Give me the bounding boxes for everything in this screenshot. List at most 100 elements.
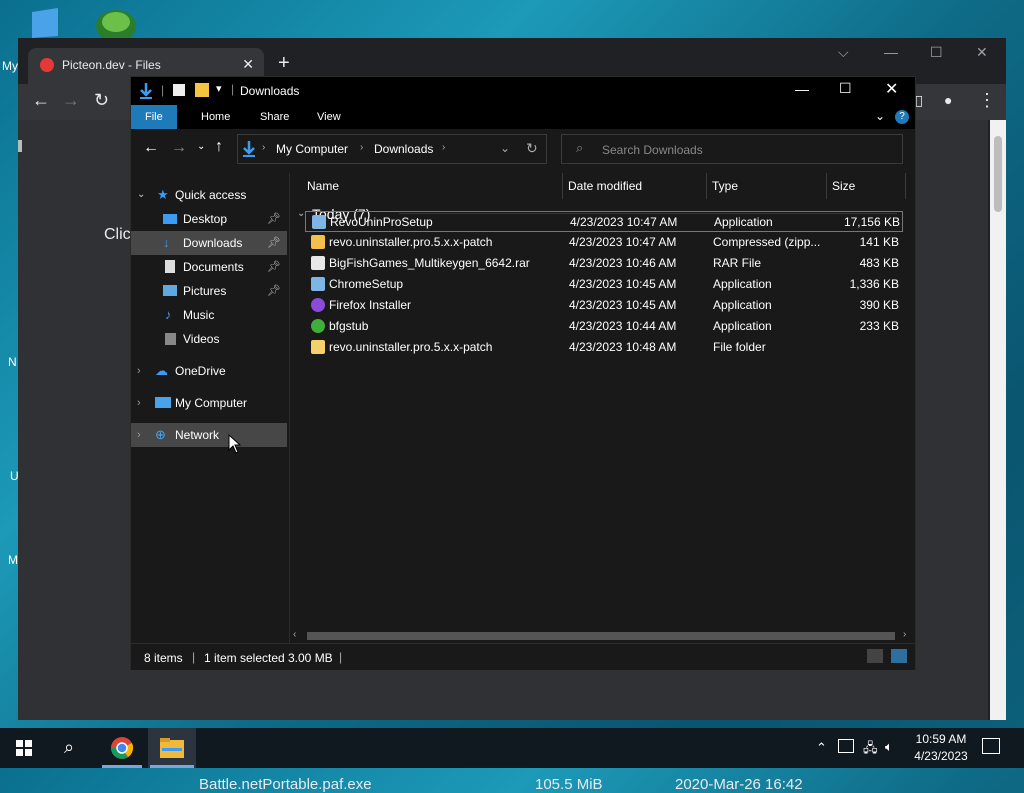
column-separator[interactable] xyxy=(826,173,827,199)
explorer-minimize-icon[interactable]: — xyxy=(795,81,809,97)
profile-icon[interactable]: ● xyxy=(944,92,952,108)
expand-chevron-icon[interactable]: ⌄ xyxy=(137,183,145,207)
explorer-maximize-icon[interactable]: ☐ xyxy=(839,80,852,97)
column-header-name[interactable]: Name xyxy=(307,179,339,193)
nav-desktop[interactable]: Desktop 📌︎ xyxy=(131,207,287,231)
cloud-icon: ☁ xyxy=(155,363,168,378)
reload-icon[interactable]: ↻ xyxy=(94,90,109,111)
nav-documents[interactable]: Documents 📌︎ xyxy=(131,255,287,279)
back-arrow-icon[interactable]: ← xyxy=(32,90,50,111)
notifications-icon[interactable] xyxy=(982,738,1000,754)
nav-onedrive[interactable]: › ☁ OneDrive xyxy=(131,359,287,383)
nav-downloads[interactable]: ↓ Downloads 📌︎ xyxy=(131,231,287,255)
site-favicon-icon xyxy=(40,58,54,72)
nav-my-computer[interactable]: › My Computer xyxy=(131,391,287,415)
file-row[interactable]: revo.uninstaller.pro.5.x.x-patch 4/23/202… xyxy=(305,337,903,358)
nav-music[interactable]: ♪ Music xyxy=(131,303,287,327)
forward-arrow-icon[interactable]: → xyxy=(62,90,80,111)
breadcrumb-my-computer[interactable]: My Computer xyxy=(276,142,348,156)
pin-icon[interactable]: 📌︎ xyxy=(267,255,281,279)
refresh-icon[interactable]: ↻ xyxy=(526,140,538,157)
nav-pictures[interactable]: Pictures 📌︎ xyxy=(131,279,287,303)
network-tray-icon[interactable]: 🖧︎ xyxy=(863,739,878,761)
file-row[interactable]: Firefox Installer 4/23/2023 10:45 AM Appli… xyxy=(305,295,903,316)
large-icons-view-icon[interactable] xyxy=(891,649,907,663)
explorer-close-icon[interactable]: ✕ xyxy=(885,79,898,99)
menu-dots-icon[interactable]: ⋮ xyxy=(978,90,996,111)
ribbon-tab-view[interactable]: View xyxy=(303,105,355,129)
file-row[interactable]: BigFishGames_Multikeygen_6642.rar 4/23/20… xyxy=(305,253,903,274)
column-header-size[interactable]: Size xyxy=(832,179,855,193)
tab-close-icon[interactable]: ✕ xyxy=(242,56,254,73)
new-tab-button[interactable]: + xyxy=(278,52,290,75)
column-header-type[interactable]: Type xyxy=(712,179,738,193)
file-row[interactable]: RevoUninProSetup 4/23/2023 10:47 AM Applic… xyxy=(305,211,903,232)
column-header-date[interactable]: Date modified xyxy=(568,179,642,193)
pin-icon[interactable]: 📌︎ xyxy=(267,207,281,231)
search-icon: ⌕ xyxy=(576,140,584,155)
nav-videos[interactable]: Videos xyxy=(131,327,287,351)
address-box[interactable]: › My Computer › Downloads › ⌄ ↻ xyxy=(237,134,547,164)
qat-separator: | xyxy=(161,83,165,97)
column-separator[interactable] xyxy=(562,173,563,199)
security-alert-icon[interactable] xyxy=(838,739,854,753)
search-input[interactable]: Search Downloads xyxy=(602,143,703,157)
expand-chevron-icon[interactable]: › xyxy=(137,423,141,447)
recent-locations-icon[interactable]: ⌄ xyxy=(197,141,205,152)
horizontal-scrollbar[interactable]: ‹ › xyxy=(291,629,915,643)
scroll-right-icon[interactable]: › xyxy=(903,629,906,640)
mouse-cursor-icon xyxy=(228,434,242,454)
ribbon-tab-share[interactable]: Share xyxy=(246,105,303,129)
breadcrumb-downloads[interactable]: Downloads xyxy=(374,142,433,156)
scrollbar-thumb[interactable] xyxy=(307,632,895,640)
expand-chevron-icon[interactable]: › xyxy=(137,391,141,415)
clock-date[interactable]: 4/23/2023 xyxy=(913,749,969,763)
scroll-left-icon[interactable]: ‹ xyxy=(293,629,296,640)
search-button[interactable]: ⌕ xyxy=(48,728,96,768)
ribbon-expand-icon[interactable]: ⌄ xyxy=(875,109,885,123)
pin-icon[interactable]: 📌︎ xyxy=(267,231,281,255)
browser-close-icon[interactable]: ✕ xyxy=(976,44,988,61)
properties-icon[interactable] xyxy=(173,84,185,96)
address-dropdown-icon[interactable]: ⌄ xyxy=(500,141,510,155)
tab-search-icon[interactable]: ⌵ xyxy=(838,44,849,61)
up-arrow-icon[interactable]: ↑ xyxy=(215,138,223,156)
file-date: 4/23/2023 10:46 AM xyxy=(569,256,677,270)
file-date: 4/23/2023 10:47 AM xyxy=(570,215,678,229)
details-view-icon[interactable] xyxy=(867,649,883,663)
clock-time[interactable]: 10:59 AM xyxy=(913,732,969,746)
explorer-window: | ▾ | Downloads — ☐ ✕ File Home Share Vi… xyxy=(130,76,916,670)
pane-splitter[interactable] xyxy=(289,173,290,643)
pin-icon[interactable]: 📌︎ xyxy=(267,279,281,303)
file-row[interactable]: revo.uninstaller.pro.5.x.x-patch 4/23/202… xyxy=(305,232,903,253)
desktop-icon-game[interactable] xyxy=(94,6,140,42)
file-row[interactable]: ChromeSetup 4/23/2023 10:45 AM Application… xyxy=(305,274,903,295)
browser-scrollbar-thumb[interactable] xyxy=(994,136,1002,212)
nav-network[interactable]: › ⊕ Network xyxy=(131,423,287,447)
tray-overflow-icon[interactable]: ⌃ xyxy=(816,740,827,756)
file-row[interactable]: bfgstub 4/23/2023 10:44 AM Application 233 … xyxy=(305,316,903,337)
file-row-name[interactable]: Battle.netPortable.paf.exe xyxy=(199,776,372,793)
file-name: Firefox Installer xyxy=(329,298,412,312)
new-folder-icon[interactable] xyxy=(195,83,209,97)
chrome-taskbar-button[interactable] xyxy=(98,728,146,768)
search-box[interactable]: ⌕ Search Downloads xyxy=(561,134,903,164)
volume-icon[interactable]: 🔈︎ xyxy=(885,739,893,755)
ribbon-tab-home[interactable]: Home xyxy=(187,105,244,129)
nav-forward-icon[interactable]: → xyxy=(171,139,187,157)
nav-back-icon[interactable]: ← xyxy=(143,139,159,157)
ribbon-tab-file[interactable]: File xyxy=(131,105,177,129)
browser-maximize-icon[interactable]: ☐ xyxy=(930,44,943,61)
folder-icon xyxy=(311,340,325,354)
help-icon[interactable]: ? xyxy=(895,110,909,124)
qat-dropdown-icon[interactable]: ▾ xyxy=(216,82,222,95)
nav-quick-access[interactable]: ⌄ ★ Quick access xyxy=(131,183,287,207)
start-button[interactable] xyxy=(0,728,48,768)
desktop-icon-folder[interactable] xyxy=(30,8,62,38)
explorer-taskbar-button[interactable] xyxy=(148,728,196,768)
browser-scrollbar[interactable] xyxy=(990,120,1006,720)
browser-minimize-icon[interactable]: — xyxy=(884,44,898,60)
column-separator[interactable] xyxy=(905,173,906,199)
expand-chevron-icon[interactable]: › xyxy=(137,359,141,383)
column-separator[interactable] xyxy=(706,173,707,199)
